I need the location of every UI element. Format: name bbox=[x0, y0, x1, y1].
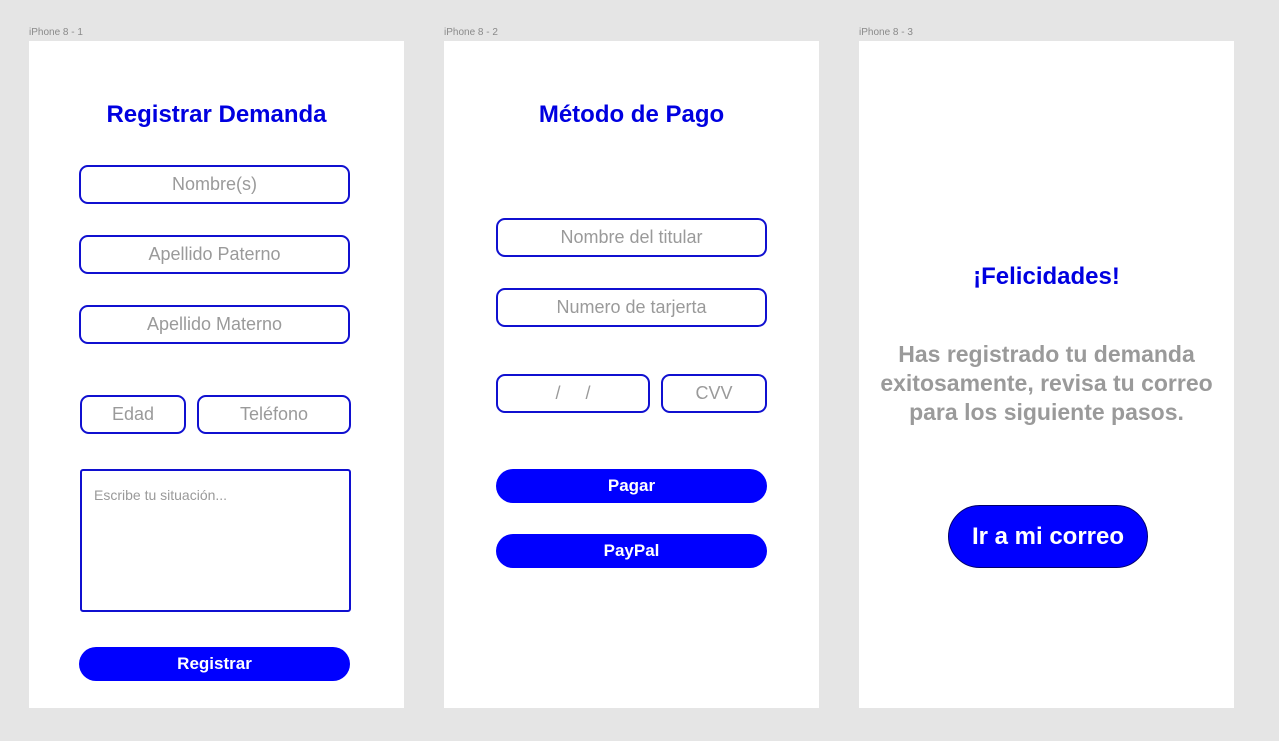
fecha-expiracion-input[interactable]: / / bbox=[496, 374, 650, 413]
page-title: Método de Pago bbox=[538, 101, 725, 128]
paypal-button[interactable]: PayPal bbox=[496, 534, 767, 568]
pagar-button[interactable]: Pagar bbox=[496, 469, 767, 503]
telefono-input[interactable]: Teléfono bbox=[197, 395, 351, 434]
registrar-button[interactable]: Registrar bbox=[79, 647, 350, 681]
success-message: Has registrado tu demanda exitosamente, … bbox=[880, 341, 1213, 425]
frame-label-1: iPhone 8 - 1 bbox=[29, 27, 83, 38]
frame-label-2: iPhone 8 - 2 bbox=[444, 27, 498, 38]
apellido-materno-input[interactable]: Apellido Materno bbox=[79, 305, 350, 344]
frame-registrar-demanda: Registrar Demanda Nombre(s) Apellido Pat… bbox=[29, 41, 404, 708]
titular-input[interactable]: Nombre del titular bbox=[496, 218, 767, 257]
tarjeta-input[interactable]: Numero de tarjerta bbox=[496, 288, 767, 327]
frame-label-3: iPhone 8 - 3 bbox=[859, 27, 913, 38]
situacion-textarea[interactable]: Escribe tu situación... bbox=[80, 469, 351, 612]
nombre-input[interactable]: Nombre(s) bbox=[79, 165, 350, 204]
page-title: Registrar Demanda bbox=[106, 101, 327, 128]
edad-input[interactable]: Edad bbox=[80, 395, 186, 434]
frame-metodo-de-pago: Método de Pago Nombre del titular Numero… bbox=[444, 41, 819, 708]
ir-a-mi-correo-button[interactable]: Ir a mi correo bbox=[948, 505, 1148, 568]
cvv-input[interactable]: CVV bbox=[661, 374, 767, 413]
apellido-paterno-input[interactable]: Apellido Paterno bbox=[79, 235, 350, 274]
frame-felicidades: ¡Felicidades! Has registrado tu demanda … bbox=[859, 41, 1234, 708]
success-title: ¡Felicidades! bbox=[973, 263, 1120, 290]
